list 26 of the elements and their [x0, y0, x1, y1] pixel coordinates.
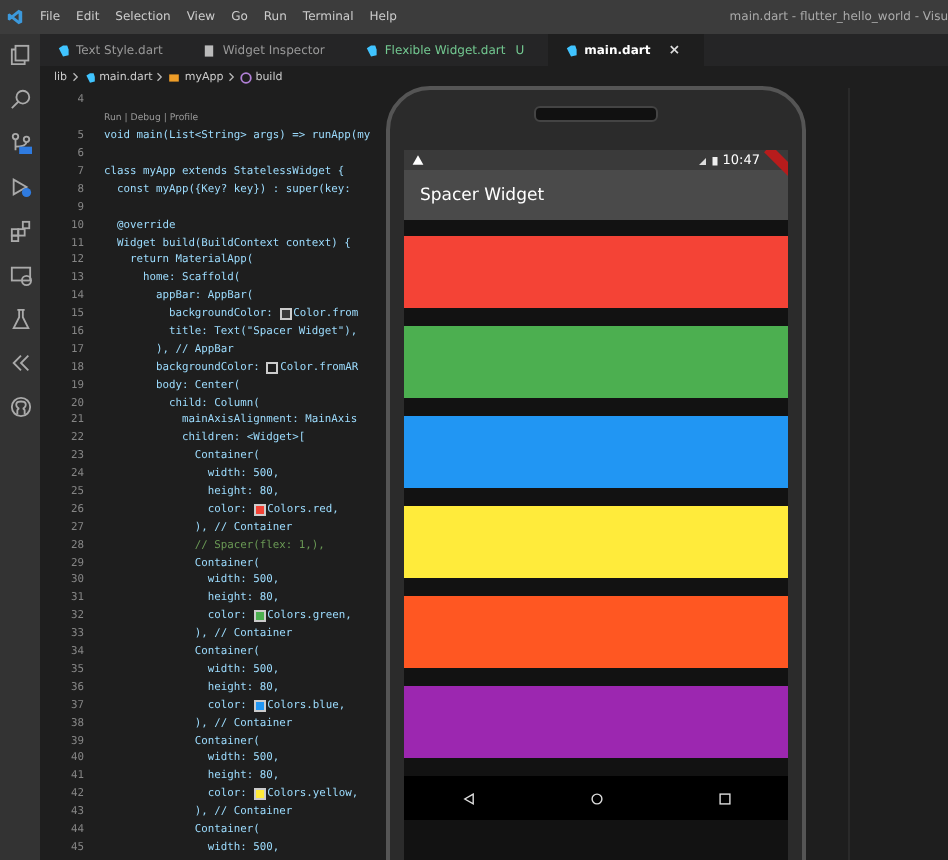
chevron-icon [71, 72, 80, 82]
speaker-grille [534, 106, 658, 122]
chevron-icon [156, 72, 165, 82]
signal-icon [698, 155, 709, 165]
flask-icon[interactable] [9, 308, 31, 330]
dart-file-icon [83, 71, 96, 83]
debug-icon[interactable] [9, 176, 31, 198]
document-icon [202, 43, 217, 57]
dart-file-icon [364, 43, 379, 57]
files-icon[interactable] [9, 44, 31, 66]
app-logo-icon [6, 8, 24, 26]
warning-icon [412, 154, 424, 166]
app-bar-title: Spacer Widget [420, 185, 545, 205]
class-icon [168, 71, 181, 83]
battery-icon [712, 155, 719, 165]
home-icon[interactable] [589, 791, 603, 805]
arrows-icon[interactable] [9, 352, 31, 374]
method-icon [239, 71, 252, 83]
chevron-icon [227, 72, 236, 82]
branch-icon[interactable] [9, 132, 31, 154]
search-icon[interactable] [9, 88, 31, 110]
back-icon[interactable] [461, 791, 475, 805]
dart-file-icon [564, 43, 579, 57]
remote-icon[interactable] [9, 264, 31, 286]
recents-icon[interactable] [717, 791, 731, 805]
extensions-icon[interactable] [9, 220, 31, 242]
